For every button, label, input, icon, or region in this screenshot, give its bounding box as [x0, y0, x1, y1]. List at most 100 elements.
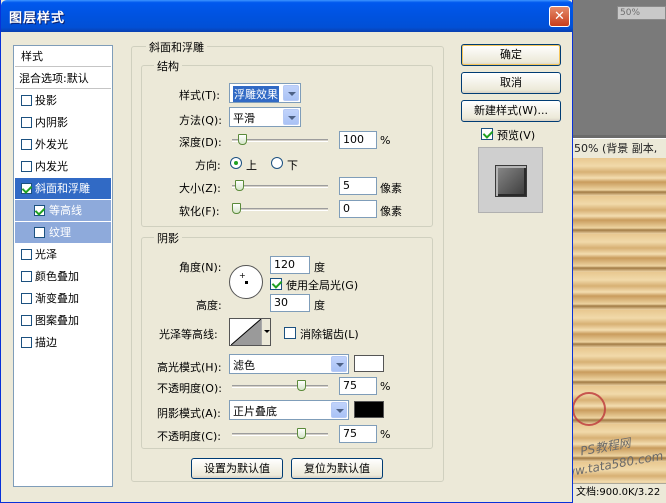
- make-default-button[interactable]: 设置为默认值: [191, 458, 283, 479]
- document-title: 50% (背景 副本,: [572, 138, 666, 158]
- checkbox[interactable]: [21, 293, 32, 304]
- checkbox[interactable]: [21, 337, 32, 348]
- contour-dropdown[interactable]: [261, 319, 270, 345]
- preview-checkbox[interactable]: [481, 128, 493, 140]
- style-label: 样式(T):: [179, 89, 221, 102]
- slider-thumb[interactable]: [232, 203, 241, 214]
- checkbox[interactable]: [21, 183, 32, 194]
- soften-input[interactable]: 0: [339, 200, 377, 218]
- checkbox[interactable]: [21, 271, 32, 282]
- crosshair-icon: +: [239, 271, 246, 280]
- slider-thumb[interactable]: [235, 180, 244, 191]
- checkbox[interactable]: [34, 205, 45, 216]
- soften-slider[interactable]: [232, 203, 328, 215]
- new-style-button[interactable]: 新建样式(W)...: [461, 100, 561, 122]
- contour-linear-icon: [231, 319, 261, 345]
- highlight-opacity-slider[interactable]: [232, 380, 328, 392]
- list-item-inner-glow[interactable]: 内发光: [15, 156, 111, 177]
- direction-down-label: 下: [287, 159, 298, 172]
- chevron-down-icon: [283, 85, 299, 101]
- checkbox[interactable]: [21, 95, 32, 106]
- layer-style-dialog: 图层样式 ✕ 样式 混合选项:默认 投影 内阴影 外发光 内发光 斜面和浮雕 等…: [0, 0, 573, 503]
- technique-label: 方法(Q):: [179, 114, 222, 127]
- shadow-mode-label: 阴影模式(A):: [157, 407, 221, 420]
- status-bar: 文档:900.0K/3.22: [572, 483, 666, 503]
- cancel-button[interactable]: 取消: [461, 72, 561, 94]
- zoom-field[interactable]: 50%: [617, 6, 666, 20]
- depth-input[interactable]: 100: [339, 131, 377, 149]
- global-light-checkbox[interactable]: [270, 278, 282, 290]
- list-item-satin[interactable]: 光泽: [15, 244, 111, 265]
- list-item-bevel-emboss[interactable]: 斜面和浮雕: [15, 178, 111, 199]
- list-item-stroke[interactable]: 描边: [15, 332, 111, 353]
- direction-up-label: 上: [246, 159, 257, 172]
- checkbox[interactable]: [34, 227, 45, 238]
- direction-up-radio[interactable]: [230, 157, 242, 169]
- gloss-contour-picker[interactable]: [229, 318, 271, 346]
- angle-dial[interactable]: +: [229, 265, 263, 299]
- highlight-color-swatch[interactable]: [354, 355, 384, 372]
- highlight-mode-select[interactable]: 滤色: [229, 354, 349, 374]
- styles-header[interactable]: 样式: [15, 46, 111, 67]
- shadow-opacity-slider[interactable]: [232, 428, 328, 440]
- preview-square: [495, 165, 527, 197]
- altitude-input[interactable]: 30: [270, 294, 310, 312]
- checkbox[interactable]: [21, 161, 32, 172]
- list-item-contour[interactable]: 等高线: [15, 200, 111, 221]
- list-item-texture[interactable]: 纹理: [15, 222, 111, 243]
- title-bar[interactable]: 图层样式 ✕: [1, 0, 573, 32]
- blending-options-item[interactable]: 混合选项:默认: [15, 68, 111, 89]
- wood-texture-canvas: [572, 158, 666, 483]
- list-item-inner-shadow[interactable]: 内阴影: [15, 112, 111, 133]
- canvas-background-top: [572, 0, 666, 135]
- preview-thumbnail: [478, 147, 543, 213]
- chevron-down-icon: [331, 402, 347, 418]
- gloss-contour-label: 光泽等高线:: [159, 328, 218, 341]
- checkbox[interactable]: [21, 249, 32, 260]
- technique-select[interactable]: 平滑: [229, 107, 301, 127]
- soften-label: 软化(F):: [179, 205, 220, 218]
- list-item-color-overlay[interactable]: 颜色叠加: [15, 266, 111, 287]
- angle-label: 角度(N):: [179, 261, 222, 274]
- bevel-emboss-title: 斜面和浮雕: [146, 39, 207, 55]
- global-light-label: 使用全局光(G): [286, 279, 359, 292]
- altitude-unit: 度: [314, 299, 325, 312]
- highlight-opacity-label: 不透明度(O):: [157, 382, 222, 395]
- depth-slider[interactable]: [232, 134, 328, 146]
- list-item-outer-glow[interactable]: 外发光: [15, 134, 111, 155]
- reset-default-button[interactable]: 复位为默认值: [291, 458, 383, 479]
- size-unit: 像素: [380, 182, 402, 195]
- checkbox[interactable]: [21, 117, 32, 128]
- close-button[interactable]: ✕: [549, 6, 570, 27]
- dial-center: [245, 281, 248, 284]
- depth-unit: %: [380, 134, 391, 147]
- structure-title: 结构: [154, 58, 182, 74]
- shadow-color-swatch[interactable]: [354, 401, 384, 418]
- shadow-opacity-input[interactable]: 75: [339, 425, 377, 443]
- list-item-drop-shadow[interactable]: 投影: [15, 90, 111, 111]
- highlight-opacity-input[interactable]: 75: [339, 377, 377, 395]
- shadow-opacity-unit: %: [380, 428, 391, 441]
- direction-down-radio[interactable]: [271, 157, 283, 169]
- slider-thumb[interactable]: [297, 428, 306, 439]
- size-label: 大小(Z):: [179, 182, 221, 195]
- antialias-label: 消除锯齿(L): [300, 328, 359, 341]
- checkbox[interactable]: [21, 315, 32, 326]
- list-item-gradient-overlay[interactable]: 渐变叠加: [15, 288, 111, 309]
- slider-thumb[interactable]: [297, 380, 306, 391]
- shadow-mode-select[interactable]: 正片叠底: [229, 400, 349, 420]
- antialias-checkbox[interactable]: [284, 327, 296, 339]
- angle-input[interactable]: 120: [270, 256, 310, 274]
- soften-unit: 像素: [380, 205, 402, 218]
- ok-button[interactable]: 确定: [461, 44, 561, 66]
- chevron-down-icon: [331, 356, 347, 372]
- shadow-opacity-label: 不透明度(C):: [157, 430, 221, 443]
- checkbox[interactable]: [21, 139, 32, 150]
- highlight-opacity-unit: %: [380, 380, 391, 393]
- size-input[interactable]: 5: [339, 177, 377, 195]
- list-item-pattern-overlay[interactable]: 图案叠加: [15, 310, 111, 331]
- style-select[interactable]: 浮雕效果: [229, 83, 301, 103]
- slider-thumb[interactable]: [238, 134, 247, 145]
- size-slider[interactable]: [232, 180, 328, 192]
- styles-list: 样式 混合选项:默认 投影 内阴影 外发光 内发光 斜面和浮雕 等高线 纹理 光…: [13, 45, 113, 487]
